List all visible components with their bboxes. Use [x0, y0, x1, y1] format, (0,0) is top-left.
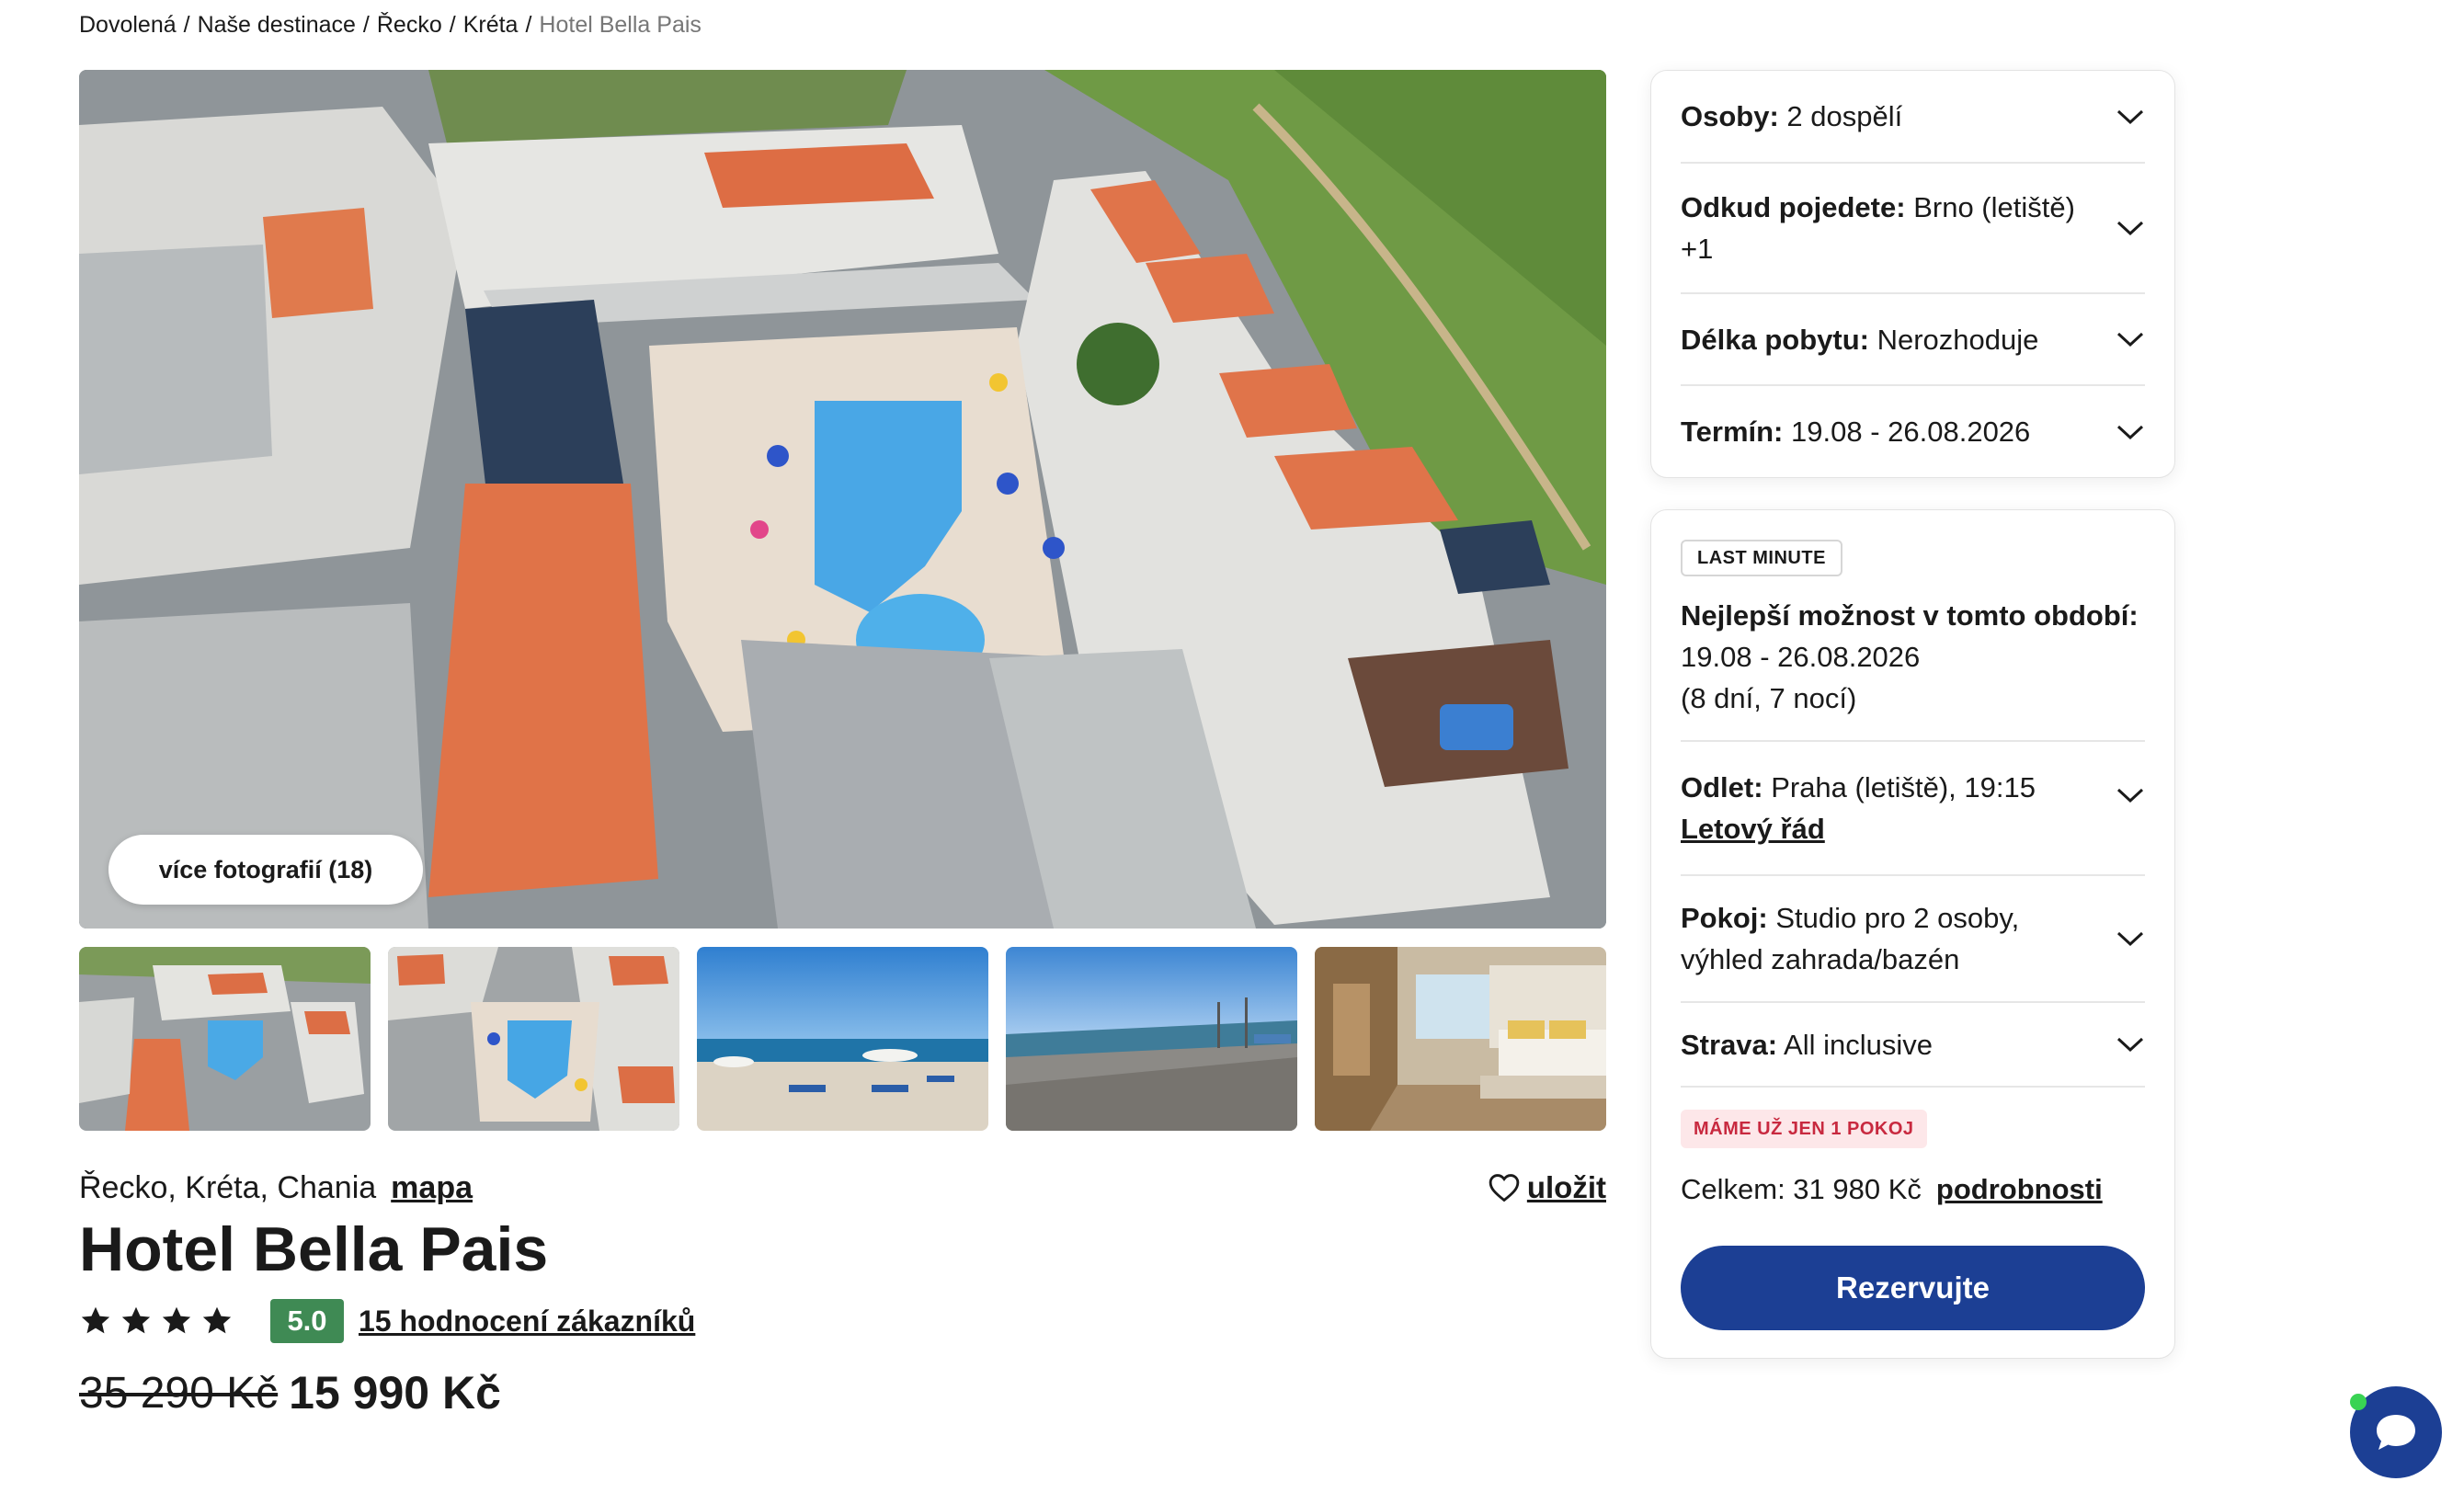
breadcrumb-item-recko[interactable]: Řecko: [377, 12, 442, 39]
last-minute-badge: LAST MINUTE: [1681, 540, 1842, 576]
breadcrumb-item-current: Hotel Bella Pais: [539, 11, 702, 38]
hero-photo[interactable]: [79, 70, 1606, 929]
chevron-down-icon: [2116, 332, 2144, 348]
offer-options: Odlet: Praha (letiště), 19:15 Letový řád…: [1681, 740, 2145, 1088]
filter-term-value: 19.08 - 26.08.2026: [1791, 416, 2031, 448]
online-status-dot: [2350, 1394, 2367, 1410]
star-icon: [202, 1306, 232, 1334]
chevron-down-icon: [2116, 109, 2144, 124]
filter-length-label: Délka pobytu:: [1681, 323, 1869, 356]
chevron-down-icon: [2116, 425, 2144, 439]
offer-room-label: Pokoj:: [1681, 902, 1768, 934]
offer-board-label: Strava:: [1681, 1028, 1778, 1061]
best-option-nights: (8 dní, 7 nocí): [1681, 682, 1857, 714]
filter-persons-label: Osoby:: [1681, 100, 1779, 132]
total-price-text: Celkem: 31 980 Kč: [1681, 1173, 1922, 1205]
price-row: 35 290 Kč 15 990 Kč: [79, 1364, 501, 1421]
offer-flight-label: Odlet:: [1681, 771, 1763, 803]
best-option: Nejlepší možnost v tomto období: 19.08 -…: [1681, 595, 2150, 719]
best-option-label: Nejlepší možnost v tomto období:: [1681, 599, 2139, 632]
new-price: 15 990 Kč: [289, 1367, 501, 1419]
filter-length-value: Nerozhoduje: [1877, 323, 2039, 356]
offer-board-value: All inclusive: [1784, 1028, 1933, 1061]
thumbnail-pebble-beach[interactable]: [1006, 947, 1297, 1131]
chevron-down-icon: [2116, 931, 2144, 947]
chevron-down-icon: [2116, 788, 2144, 803]
star-icon: [81, 1306, 110, 1334]
reviews-link[interactable]: 15 hodnocení zákazníků: [359, 1305, 695, 1339]
filter-persons[interactable]: Osoby: 2 dospělí: [1681, 71, 2145, 164]
thumbnail-beach-umbrellas[interactable]: [697, 947, 988, 1131]
location-row: Řecko, Kréta, Chania mapa uložit: [79, 1166, 1606, 1210]
filter-departure-label: Odkud pojedete:: [1681, 191, 1906, 223]
thumbnail-hotel-room[interactable]: [1315, 947, 1606, 1131]
breadcrumb-item-dovolena[interactable]: Dovolená: [79, 12, 177, 39]
breadcrumb: Dovolená / Naše destinace / Řecko / Kréta / …: [79, 11, 702, 39]
search-filters-panel: Osoby: 2 dospělí Odkud pojedete: Brno (l…: [1650, 70, 2175, 478]
old-price: 35 290 Kč: [79, 1368, 279, 1418]
total-price: Celkem: 31 980 Kč podrobnosti: [1681, 1163, 2103, 1216]
location-text: Řecko, Kréta, Chania: [79, 1169, 377, 1205]
more-photos-button[interactable]: více fotografií (18): [108, 835, 423, 905]
offer-flight-value: Praha (letiště), 19:15: [1771, 771, 2036, 803]
filter-term-label: Termín:: [1681, 416, 1784, 448]
thumbnail-pool-aerial[interactable]: [79, 947, 371, 1131]
rating-row: 5.0 15 hodnocení zákazníků: [79, 1298, 695, 1344]
star-rating: [79, 1305, 234, 1338]
save-button[interactable]: uložit: [1489, 1170, 1606, 1205]
star-icon: [162, 1306, 191, 1334]
filter-length[interactable]: Délka pobytu: Nerozhoduje: [1681, 294, 2145, 386]
filter-persons-value: 2 dospělí: [1786, 100, 1903, 132]
offer-room[interactable]: Pokoj: Studio pro 2 osoby, výhled zahrad…: [1681, 874, 2145, 1001]
offer-flight[interactable]: Odlet: Praha (letiště), 19:15 Letový řád: [1681, 740, 2145, 874]
offer-panel: LAST MINUTE Nejlepší možnost v tomto obd…: [1650, 509, 2175, 1359]
heart-icon: [1489, 1174, 1520, 1202]
best-option-dates: 19.08 - 26.08.2026: [1681, 641, 1921, 673]
thumbnail-strip: [79, 947, 1606, 1131]
chevron-down-icon: [2116, 221, 2144, 236]
details-link[interactable]: podrobnosti: [1936, 1173, 2103, 1206]
score-badge: 5.0: [270, 1299, 344, 1343]
save-label: uložit: [1526, 1170, 1606, 1204]
thumbnail-pool-aerial-2[interactable]: [388, 947, 679, 1131]
offer-board[interactable]: Strava: All inclusive: [1681, 1001, 2145, 1088]
chat-bubble-icon: [2377, 1415, 2415, 1450]
flight-schedule-link[interactable]: Letový řád: [1681, 808, 2036, 849]
star-icon: [121, 1306, 151, 1334]
breadcrumb-item-kreta[interactable]: Kréta: [463, 12, 519, 39]
reserve-button[interactable]: Rezervujte: [1681, 1246, 2145, 1330]
filter-departure[interactable]: Odkud pojedete: Brno (letiště) +1: [1681, 164, 2145, 294]
location: Řecko, Kréta, Chania mapa: [79, 1170, 473, 1206]
chevron-down-icon: [2116, 1037, 2144, 1053]
filter-term[interactable]: Termín: 19.08 - 26.08.2026: [1681, 386, 2145, 477]
rooms-left-badge: MÁME UŽ JEN 1 POKOJ: [1681, 1110, 1927, 1148]
breadcrumb-item-destinace[interactable]: Naše destinace: [198, 12, 356, 39]
hotel-title: Hotel Bella Pais: [79, 1214, 549, 1284]
map-link[interactable]: mapa: [391, 1170, 473, 1206]
